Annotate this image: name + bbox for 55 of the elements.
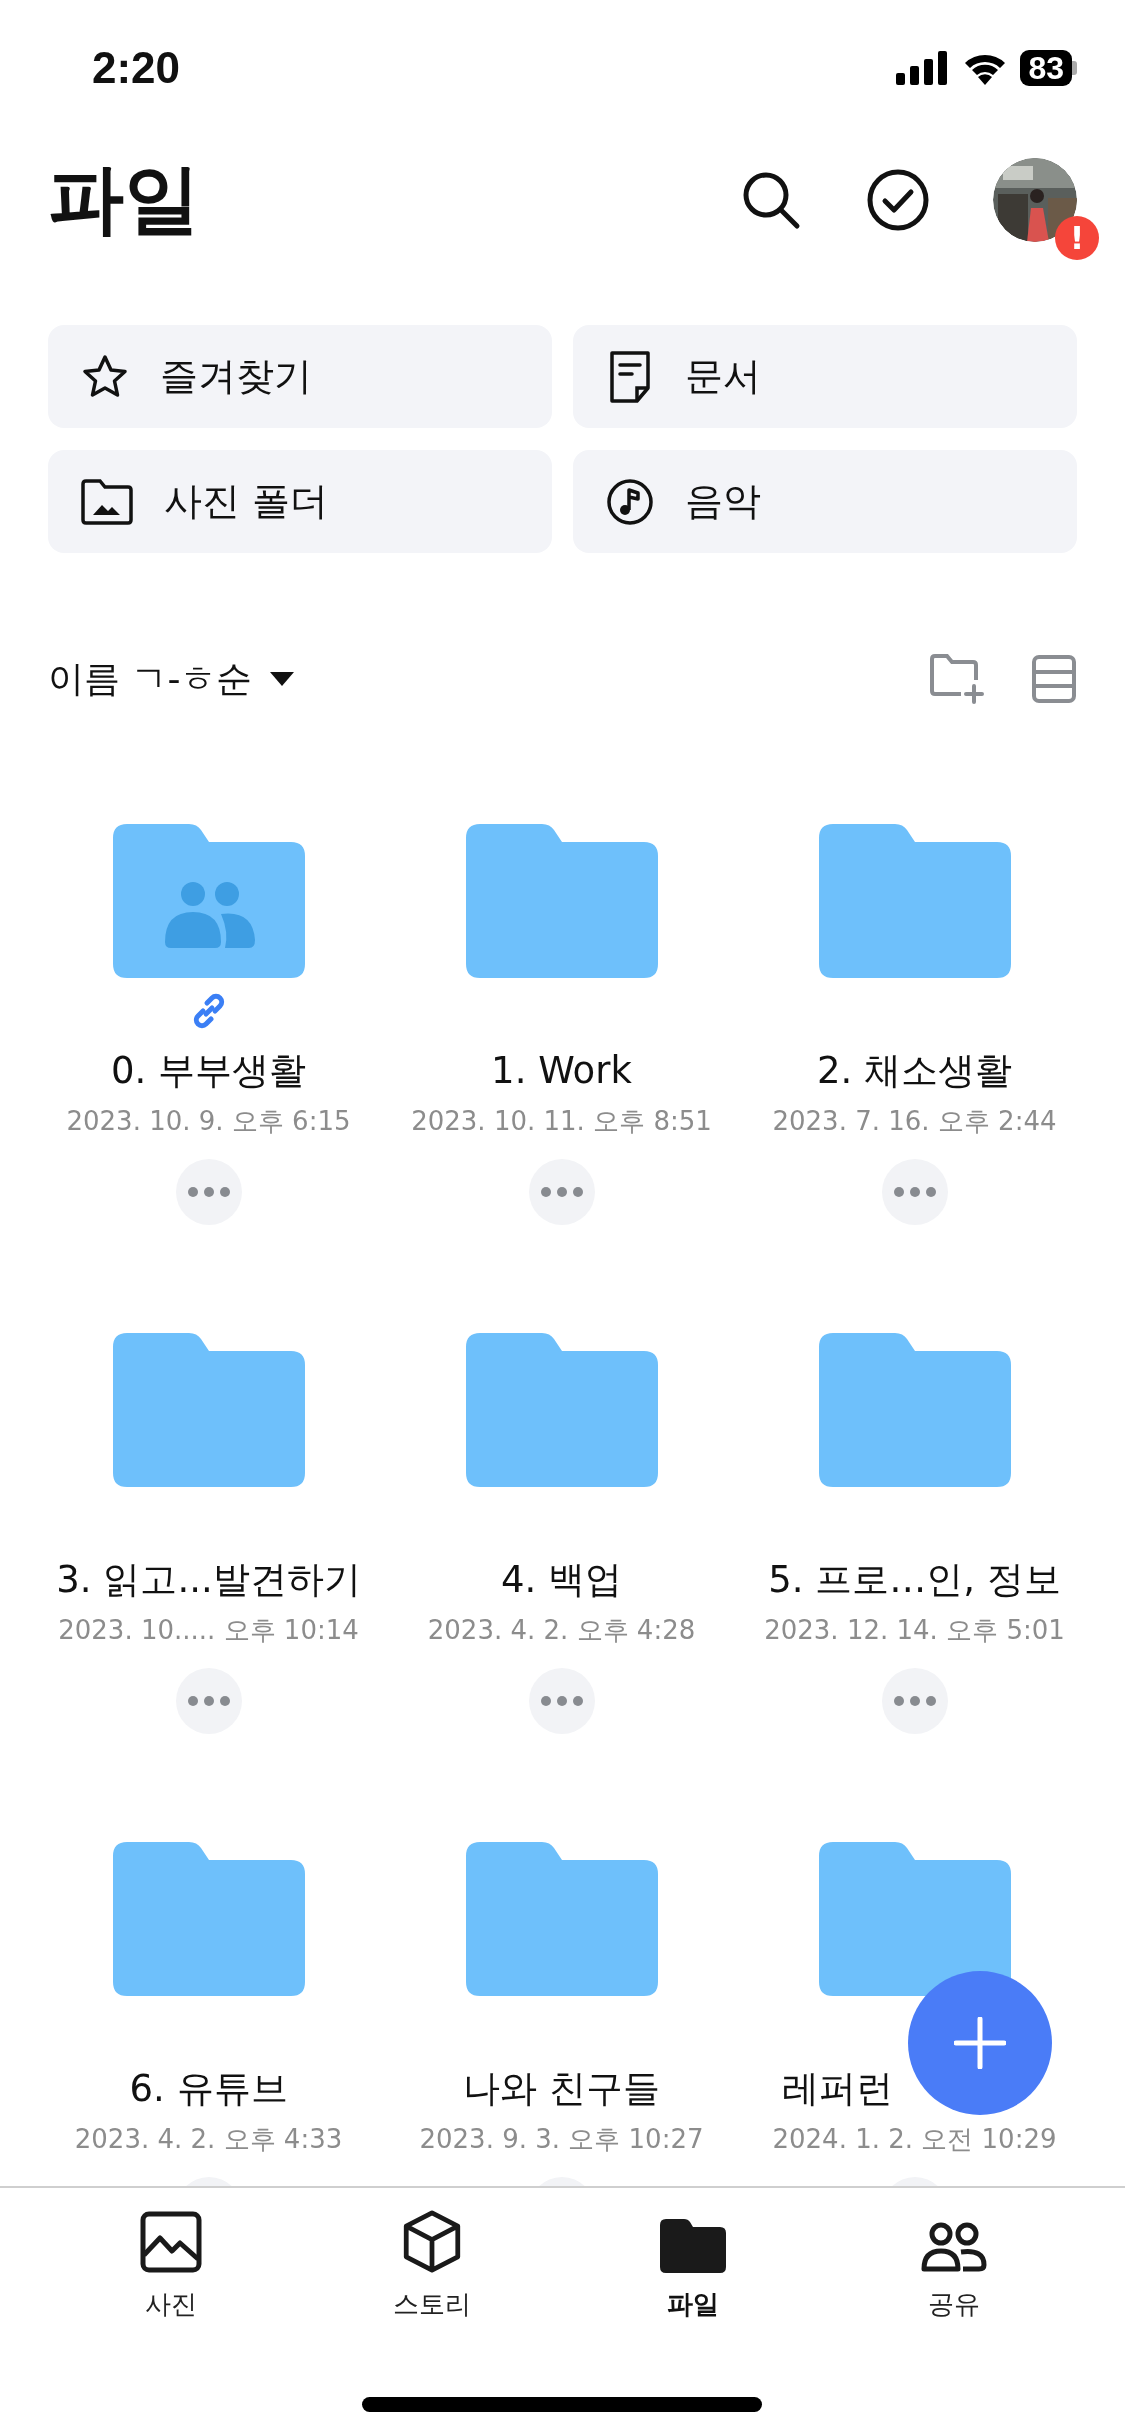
folder-date: 2023. 4. 2. 오후 4:28 [427, 1614, 696, 1647]
folder-name[interactable]: 2. 채소생활 [816, 1043, 1013, 1099]
check-circle-icon[interactable] [867, 169, 929, 231]
folder-date: 2023. 12. 14. 오후 5:01 [764, 1614, 1065, 1647]
music-note-icon [605, 476, 655, 527]
alert-badge: ! [1055, 216, 1099, 260]
shortcut-button[interactable]: 음악 [573, 450, 1077, 553]
image-folder-icon [80, 478, 134, 525]
folder-date: 2023. 4. 2. 오후 4:33 [74, 2123, 343, 2156]
more-icon [540, 1696, 583, 1706]
folder-name[interactable]: 3. 읽고...발견하기 [56, 1552, 361, 1608]
list-view-icon[interactable] [1031, 654, 1077, 704]
folder-name[interactable]: 0. 부부생활 [110, 1043, 307, 1099]
folder-icon[interactable] [818, 1842, 1011, 1996]
more-icon [187, 1187, 230, 1197]
shortcut-button[interactable]: 사진 폴더 [48, 450, 552, 553]
sort-dropdown[interactable]: 이름 ㄱ-ㅎ순 [48, 654, 297, 704]
folder-name[interactable]: 4. 백업 [500, 1552, 623, 1608]
folder-name[interactable]: 레퍼런 [782, 2061, 893, 2117]
folder-icon[interactable] [818, 824, 1011, 978]
page-title: 파일 [48, 152, 200, 245]
folder-date: 2023. 9. 3. 오후 10:27 [419, 2123, 704, 2156]
folder-name[interactable]: 나와 친구들 [463, 2061, 660, 2117]
folder-icon[interactable] [112, 1333, 305, 1487]
folder-date: 2023. 10. 11. 오후 8:51 [411, 1105, 712, 1138]
image-icon [139, 2211, 202, 2273]
status-time: 2:20 [92, 42, 181, 93]
tab[interactable]: 스토리 [341, 2210, 522, 2322]
folder-icon[interactable] [112, 824, 305, 978]
folder-icon[interactable] [465, 824, 658, 978]
shortcut-button[interactable]: 문서 [573, 325, 1077, 428]
tab[interactable]: 파일 [603, 2210, 784, 2322]
folder-icon[interactable] [465, 1842, 658, 1996]
folder-icon[interactable] [818, 1333, 1011, 1487]
folder-name[interactable]: 1. Work [491, 1043, 632, 1099]
tab[interactable]: 사진 [80, 2210, 261, 2322]
more-icon [187, 1696, 230, 1706]
new-folder-icon[interactable] [929, 654, 985, 704]
tab[interactable]: 공유 [864, 2210, 1045, 2322]
folder-date: 2023. 10..... 오후 10:14 [58, 1614, 359, 1647]
caret-icon [268, 670, 297, 688]
more-icon [893, 1696, 936, 1706]
shortcut-button[interactable]: 즐겨찾기 [48, 325, 552, 428]
folder-name[interactable]: 6. 유튜브 [129, 2061, 288, 2117]
plus-icon [954, 2017, 1006, 2069]
folder-date: 2023. 7. 16. 오후 2:44 [772, 1105, 1057, 1138]
folder-icon[interactable] [465, 1333, 658, 1487]
people-icon [921, 2221, 988, 2273]
folder-date: 2024. 1. 2. 오전 10:29 [772, 2123, 1057, 2156]
more-icon [540, 1187, 583, 1197]
folder-name[interactable]: 5. 프로…인, 정보 [768, 1552, 1061, 1608]
folder-date: 2023. 10. 9. 오후 6:15 [66, 1105, 351, 1138]
folder-icon[interactable] [112, 1842, 305, 1996]
folder-icon [660, 2219, 727, 2273]
more-icon [893, 1187, 936, 1197]
